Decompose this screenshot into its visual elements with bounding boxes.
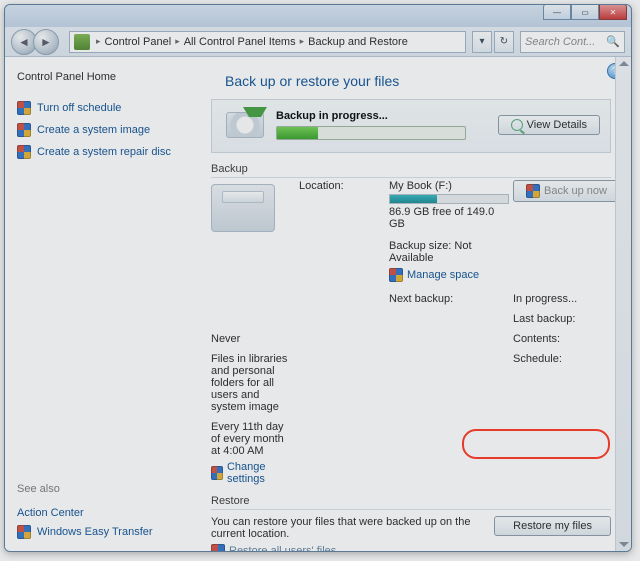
backup-section-header: Backup — [211, 163, 611, 178]
progress-bar — [276, 126, 466, 140]
main-content: ? Back up or restore your files Backup i… — [185, 57, 631, 551]
sidebar-item-label: Windows Easy Transfer — [37, 526, 153, 538]
next-backup-label: Next backup: — [389, 293, 509, 305]
minimize-button[interactable]: — — [543, 4, 571, 20]
sidebar-item-label: Turn off schedule — [37, 102, 121, 114]
search-placeholder: Search Cont... — [525, 36, 595, 48]
manage-space-link[interactable]: Manage space — [389, 268, 479, 282]
schedule-value: Every 11th day of every month at 4:00 AM — [211, 421, 295, 457]
address-bar: ◄ ► ▸ Control Panel ▸ All Control Panel … — [5, 27, 631, 57]
crumb-backup-restore[interactable]: Backup and Restore — [308, 36, 408, 48]
titlebar: — ▭ ✕ — [5, 5, 631, 27]
contents-label: Contents: — [513, 333, 620, 345]
shield-icon — [17, 145, 31, 159]
shield-icon — [17, 525, 31, 539]
restore-section-header: Restore — [211, 495, 611, 510]
change-settings-link[interactable]: Change settings — [211, 461, 295, 485]
crumb-control-panel[interactable]: Control Panel — [105, 36, 172, 48]
see-also-header: See also — [17, 483, 177, 495]
space-free-text: 86.9 GB free of 149.0 GB — [389, 206, 509, 230]
location-value: My Book (F:) — [389, 180, 509, 192]
page-title: Back up or restore your files — [225, 73, 611, 89]
sidebar: Control Panel Home Turn off schedule Cre… — [5, 57, 185, 551]
sidebar-item-label: Create a system image — [37, 124, 150, 136]
shield-icon — [17, 123, 31, 137]
close-button[interactable]: ✕ — [599, 4, 627, 20]
shield-icon — [211, 466, 223, 480]
last-backup-value: Never — [211, 333, 295, 345]
shield-icon — [17, 101, 31, 115]
sidebar-turn-off-schedule[interactable]: Turn off schedule — [17, 101, 177, 115]
see-also-easy-transfer[interactable]: Windows Easy Transfer — [17, 525, 177, 539]
shield-icon — [211, 544, 225, 551]
sidebar-create-system-image[interactable]: Create a system image — [17, 123, 177, 137]
sidebar-item-label: Create a system repair disc — [37, 146, 171, 158]
last-backup-label: Last backup: — [513, 313, 620, 325]
backup-now-button[interactable]: Back up now — [513, 180, 620, 202]
breadcrumb[interactable]: ▸ Control Panel ▸ All Control Panel Item… — [69, 31, 466, 53]
see-also-action-center[interactable]: Action Center — [17, 507, 177, 519]
maximize-button[interactable]: ▭ — [571, 4, 599, 20]
backup-size-text: Backup size: Not Available — [389, 240, 509, 264]
drive-icon — [211, 184, 275, 232]
control-panel-home-link[interactable]: Control Panel Home — [17, 71, 177, 83]
shield-icon — [526, 184, 540, 198]
scrollbar[interactable] — [615, 57, 631, 551]
backup-progress-panel: Backup in progress... View Details — [211, 99, 611, 153]
progress-label: Backup in progress... — [276, 110, 466, 122]
restore-all-users-link[interactable]: Restore all users' files — [211, 544, 336, 551]
refresh-button[interactable]: ↻ — [494, 31, 514, 53]
control-panel-icon — [74, 34, 90, 50]
view-details-button[interactable]: View Details — [498, 115, 600, 135]
sidebar-create-repair-disc[interactable]: Create a system repair disc — [17, 145, 177, 159]
restore-my-files-button[interactable]: Restore my files — [494, 516, 611, 536]
restore-description: You can restore your files that were bac… — [211, 516, 480, 540]
contents-value: Files in libraries and personal folders … — [211, 353, 295, 413]
crumb-all-items[interactable]: All Control Panel Items — [184, 36, 296, 48]
location-label: Location: — [299, 180, 385, 192]
search-input[interactable]: Search Cont... 🔍 — [520, 31, 625, 53]
shield-icon — [389, 268, 403, 282]
disk-space-bar — [389, 194, 509, 204]
magnifier-icon — [511, 119, 523, 131]
forward-button[interactable]: ► — [33, 29, 59, 55]
search-icon: 🔍 — [606, 35, 620, 48]
schedule-label: Schedule: — [513, 353, 620, 365]
address-dropdown[interactable]: ▾ — [472, 31, 492, 53]
backup-activity-icon — [226, 112, 264, 138]
next-backup-value: In progress... — [513, 293, 620, 305]
